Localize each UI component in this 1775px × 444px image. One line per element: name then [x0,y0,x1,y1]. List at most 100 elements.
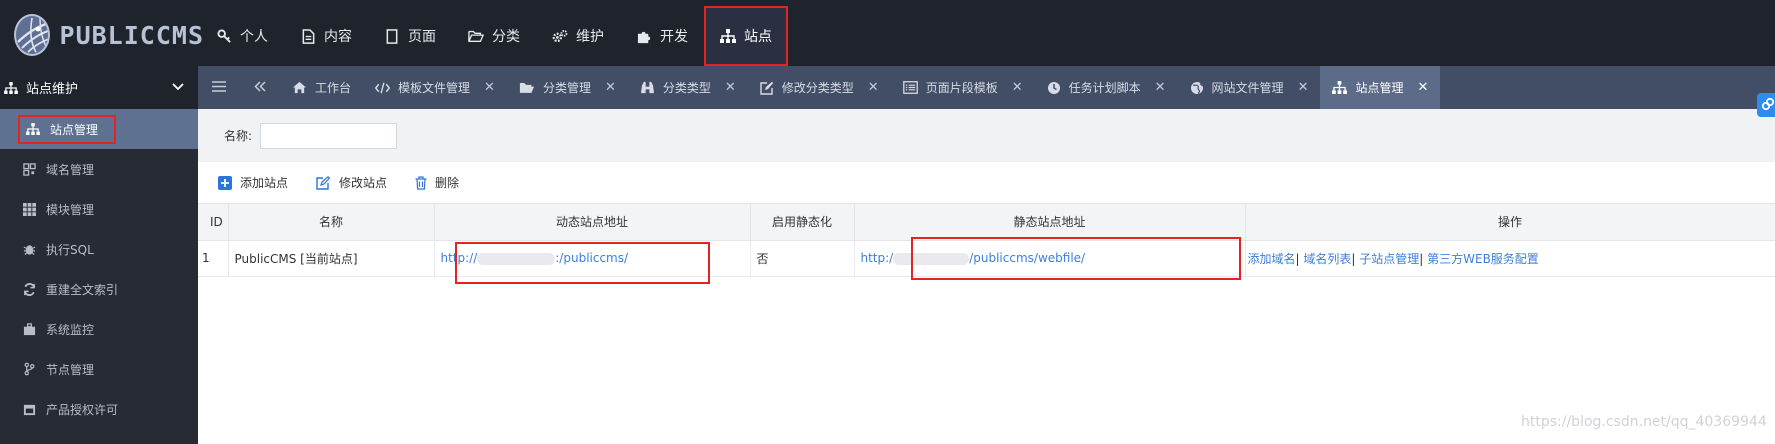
cell-dynamic-url[interactable]: http:// :/publiccms/ [434,240,751,277]
tab-task-script[interactable]: 任务计划脚本 ✕ [1035,66,1178,109]
globe-icon [1190,81,1204,95]
topnav-category[interactable]: 分类 [452,6,536,66]
sidebar-item-rebuild-index[interactable]: 重建全文索引 [0,269,198,309]
tab-scroll-left[interactable] [240,66,280,109]
url-suffix: :/publiccms/ [555,251,629,265]
column-header-dynamic-url[interactable]: 动态站点地址 [434,204,751,241]
topnav-content[interactable]: 内容 [284,6,368,66]
static-url-link[interactable]: http:/ /publiccms/webfile/ [861,251,1086,265]
topnav-label: 个人 [240,29,268,45]
column-header-static-url[interactable]: 静态站点地址 [854,204,1246,241]
qrcode-icon [22,162,36,176]
toolbar: 添加站点 修改站点 删除 [198,162,1775,204]
dynamic-url-link[interactable]: http:// :/publiccms/ [441,251,629,265]
bug-icon [22,242,36,256]
sidebar-item-label: 域名管理 [46,162,95,177]
add-domain-link[interactable]: 添加域名 [1248,252,1296,266]
topnav-develop[interactable]: 开发 [620,6,704,66]
sidebar-item-site-management[interactable]: 站点管理 [0,109,198,149]
menu-toggle[interactable] [198,66,240,109]
topnav-label: 维护 [576,29,604,45]
redacted-host [893,252,970,265]
topnav-label: 站点 [744,29,772,45]
tab-web-files[interactable]: 网站文件管理 ✕ [1178,66,1321,109]
cell-static-url[interactable]: http:/ /publiccms/webfile/ [854,240,1246,277]
close-icon[interactable]: ✕ [868,80,879,95]
tab-label: 网站文件管理 [1211,81,1284,95]
tab-label: 模板文件管理 [398,81,471,95]
sidebar-item-domain-management[interactable]: 域名管理 [0,149,198,189]
tab-label: 任务计划脚本 [1068,81,1141,95]
sidebar-item-label: 系统监控 [46,322,95,337]
sidebar-item-license[interactable]: 产品授权许可 [0,389,198,429]
edit-icon [760,81,774,95]
binoculars-icon [640,81,655,94]
column-header-static-enabled[interactable]: 启用静态化 [750,204,855,241]
url-prefix: http:// [440,251,478,265]
brand-name: PUBLICCMS [59,20,204,50]
topnav-personal[interactable]: 个人 [200,6,284,66]
close-icon[interactable]: ✕ [1012,80,1023,95]
double-chevron-left-icon [254,80,266,95]
button-label: 修改站点 [339,176,388,190]
tab-label: 分类类型 [662,81,711,95]
tab-label: 站点管理 [1355,81,1404,95]
tab-category-management[interactable]: 分类管理 ✕ [507,66,628,109]
url-prefix: http:/ [860,251,894,265]
sidebar-item-node-management[interactable]: 节点管理 [0,349,198,389]
page-icon [384,28,400,44]
sidebar-item-label: 模块管理 [46,202,95,217]
search-bar: 名称: [198,109,1775,162]
sidebar-item-label: 重建全文索引 [46,282,119,297]
sidebar-item-system-monitor[interactable]: 系统监控 [0,309,198,349]
close-icon[interactable]: ✕ [1417,80,1428,95]
sidebar-group-header[interactable]: 站点维护 [0,66,198,109]
close-icon[interactable]: ✕ [725,80,736,95]
cell-id: 1 [198,240,229,277]
table-header-row: ID 名称 动态站点地址 启用静态化 静态站点地址 操作 [198,204,1775,241]
delete-button[interactable]: 删除 [415,174,459,191]
sidebar-item-module-management[interactable]: 模块管理 [0,189,198,229]
floating-share-button[interactable] [1757,93,1775,117]
column-header-actions: 操作 [1245,204,1775,241]
table-row[interactable]: 1 PublicCMS [当前站点] http://:/publiccms/ 否… [198,240,1775,277]
tab-template-files[interactable]: 模板文件管理 ✕ [363,66,507,109]
subsite-management-link[interactable]: 子站点管理 [1359,252,1419,266]
close-icon[interactable]: ✕ [1155,80,1166,95]
top-nav: 个人 内容 页面 分类 维护 开发 站点 [200,6,788,66]
topnav-label: 内容 [324,29,352,45]
tab-category-type[interactable]: 分类类型 ✕ [628,66,748,109]
third-party-web-config-link[interactable]: 第三方WEB服务配置 [1427,252,1539,266]
column-header-name[interactable]: 名称 [228,204,435,241]
redacted-host [477,252,556,265]
sidebar-item-label: 节点管理 [46,362,95,377]
tab-label: 修改分类类型 [781,81,854,95]
tab-edit-category-type[interactable]: 修改分类类型 ✕ [748,66,891,109]
topnav-page[interactable]: 页面 [368,6,452,66]
sidebar-item-label: 站点管理 [50,122,99,137]
edit-site-button[interactable]: 修改站点 [316,174,387,191]
branch-icon [22,362,36,376]
sitemap-icon [26,122,40,136]
watermark: https://blog.csdn.net/qq_40369944 [1521,414,1767,430]
topnav-label: 分类 [492,29,520,45]
close-icon[interactable]: ✕ [484,80,495,95]
tab-site-management[interactable]: 站点管理 ✕ [1320,66,1441,109]
close-icon[interactable]: ✕ [1298,80,1309,95]
topnav-maintenance[interactable]: 维护 [536,6,620,66]
add-site-button[interactable]: 添加站点 [218,174,288,191]
briefcase-icon [22,322,36,336]
tab-label: 工作台 [315,81,352,95]
trash-icon [415,175,427,190]
domain-list-link[interactable]: 域名列表 [1303,252,1351,266]
close-icon[interactable]: ✕ [605,80,616,95]
sidebar-item-execute-sql[interactable]: 执行SQL [0,229,198,269]
topnav-site[interactable]: 站点 [704,6,788,66]
tab-workbench[interactable]: 工作台 [280,66,363,109]
column-header-id[interactable]: ID [198,204,229,241]
tab-page-fragment[interactable]: 页面片段模板 ✕ [891,66,1035,109]
logo[interactable]: PUBLICCMS [14,13,204,57]
sitemap-icon [4,81,18,94]
sidebar-item-label: 执行SQL [46,242,94,257]
name-filter-input[interactable] [260,122,398,149]
